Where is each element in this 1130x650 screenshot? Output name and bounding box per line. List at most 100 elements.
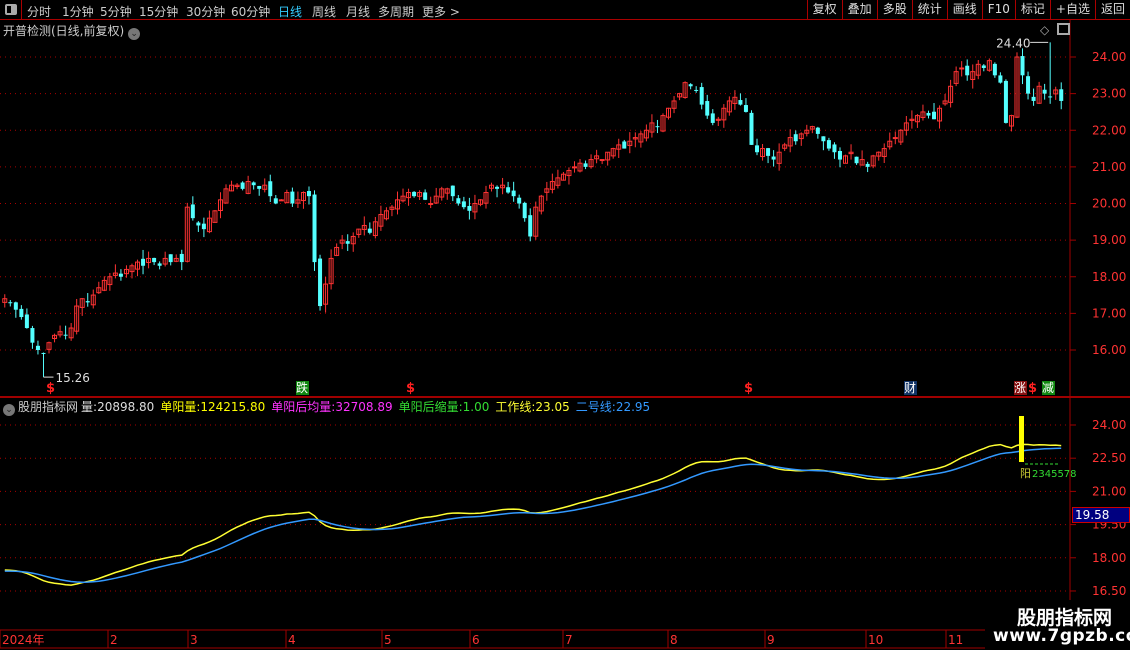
event-marker[interactable]: 减 [1042, 381, 1054, 395]
x-tick-label: 9 [767, 633, 775, 647]
candle-body [190, 204, 195, 219]
candle-body [932, 111, 937, 120]
candle-body [1059, 89, 1064, 101]
candle-body [926, 112, 931, 116]
legend-label: 工作线: [495, 400, 536, 414]
candle-body [8, 302, 13, 304]
candle-body [278, 199, 284, 202]
legend-item: 单阳后缩量:1.00 [399, 400, 493, 414]
high-price-label: 24.40 [996, 36, 1030, 50]
candle-body [710, 113, 715, 123]
candle-body [694, 89, 699, 91]
candle-body [699, 87, 704, 105]
candle-body [24, 314, 29, 329]
event-marker[interactable]: 跌 [296, 380, 308, 395]
candle-body [201, 223, 206, 230]
candle-body [85, 301, 90, 303]
candle-body [152, 257, 157, 263]
candle-body [1003, 80, 1008, 123]
indicator-name: 股朋指标网 [18, 400, 79, 414]
candle-body [157, 263, 162, 266]
candle-body [981, 65, 986, 68]
x-tick-label: 10 [868, 633, 883, 647]
candle-body [832, 144, 837, 153]
candle-body [30, 328, 35, 343]
candle-body [428, 203, 434, 205]
candle-body [522, 202, 527, 219]
candle-body [826, 140, 831, 149]
diamond-icon[interactable]: ◇ [1040, 23, 1050, 37]
candle-body [705, 101, 710, 116]
candle-body [793, 134, 798, 142]
x-tick-label: 3 [190, 633, 198, 647]
legend-value: 1.00 [462, 400, 490, 414]
indicator-legend: ⌄ 股朋指标网 量:20898.80 单阳量:124215.80 单阳后均量:32708… [3, 398, 656, 416]
dividend-marker[interactable]: $ [1028, 381, 1037, 396]
candle-body [251, 182, 256, 186]
candle-body [1042, 89, 1047, 94]
chevron-down-icon[interactable]: ⌄ [3, 404, 15, 416]
x-tick-label: 11 [948, 633, 963, 647]
y-tick-label: 20.00 [1092, 197, 1126, 211]
candle-body [815, 127, 820, 134]
x-tick-label: 8 [670, 633, 678, 647]
legend-item: 量:20898.80 [81, 400, 157, 414]
low-price-label: 15.26 [55, 371, 89, 385]
candle-body [19, 308, 24, 318]
event-marker[interactable]: 涨 [1014, 380, 1026, 395]
signal-prefix: 阳 [1020, 467, 1031, 480]
current-value-label: 19.58 [1072, 507, 1130, 523]
dividend-marker[interactable]: $ [406, 381, 415, 396]
y-tick-label: 21.00 [1092, 484, 1126, 498]
y-tick-label: 16.00 [1092, 343, 1126, 357]
candle-body [456, 198, 461, 204]
candle-body [412, 191, 417, 197]
candle-body [312, 194, 317, 263]
legend-label: 单阳后均量: [271, 400, 336, 414]
candle-body [495, 186, 500, 189]
candle-body [959, 67, 965, 70]
candle-body [268, 181, 273, 197]
candle-body [583, 163, 588, 167]
candle-body [528, 215, 533, 237]
watermark-url: www.7gpzb.com [993, 626, 1130, 646]
legend-value: 23.05 [535, 400, 570, 414]
dividend-marker[interactable]: $ [744, 381, 753, 396]
candle-body [306, 191, 311, 197]
candle-body [257, 185, 262, 189]
candle-body [467, 205, 472, 211]
event-marker[interactable]: 财 [904, 381, 916, 395]
candle-body [118, 273, 123, 277]
candle-body [821, 136, 826, 142]
panel-icon[interactable] [1057, 23, 1070, 35]
x-tick-label: 2024年 [2, 633, 45, 647]
legend-label: 量: [81, 400, 98, 414]
candle-body [318, 258, 323, 307]
candle-body [892, 137, 898, 140]
x-tick-label: 7 [565, 633, 573, 647]
candle-body [41, 352, 46, 354]
dividend-marker[interactable]: $ [46, 381, 55, 396]
candle-body [743, 105, 748, 112]
candle-body [63, 334, 68, 336]
x-tick-label: 2 [110, 633, 118, 647]
candle-body [965, 65, 970, 76]
candle-body [1048, 96, 1053, 98]
candle-body [461, 201, 466, 208]
candle-body [688, 84, 693, 87]
candle-body [837, 151, 842, 160]
candle-body [290, 191, 295, 204]
legend-item: 单阳量:124215.80 [160, 400, 268, 414]
y-tick-label: 18.00 [1092, 270, 1126, 284]
candle-body [766, 148, 771, 156]
candle-body [13, 302, 18, 310]
y-tick-label: 23.00 [1092, 87, 1126, 101]
candle-body [423, 192, 428, 200]
candle-body [35, 345, 40, 350]
work-line-series [4, 443, 1062, 586]
candle-body [622, 141, 627, 149]
candle-body [749, 112, 754, 145]
candle-body [506, 187, 511, 193]
kline-chart[interactable]: 24.0023.0022.0021.0020.0019.0018.0017.00… [0, 0, 1130, 650]
candle-body [738, 100, 743, 105]
